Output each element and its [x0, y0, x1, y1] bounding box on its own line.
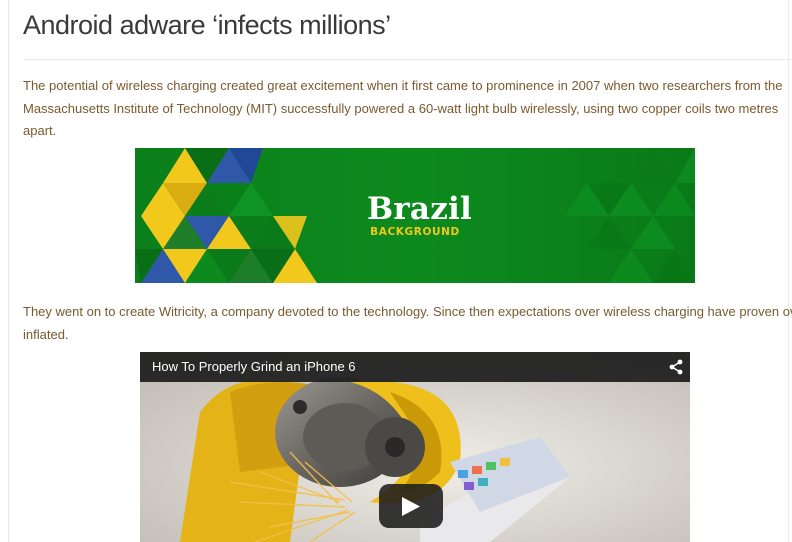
banner-title: Brazil	[367, 191, 472, 227]
play-icon	[402, 497, 420, 516]
article-title: Android adware ‘infects millions’	[23, 10, 391, 40]
brazil-banner-image: Brazil BACKGROUND	[135, 148, 695, 283]
article-paragraph-1: The potential of wireless charging creat…	[23, 78, 783, 138]
video-title-bar: How To Properly Grind an iPhone 6	[140, 352, 690, 382]
content-left-border	[8, 0, 9, 542]
banner-subtitle: BACKGROUND	[370, 226, 460, 238]
article-paragraph-2: They went on to create Witricity, a comp…	[23, 304, 792, 342]
play-button[interactable]	[379, 484, 443, 528]
title-divider	[23, 59, 792, 60]
share-icon[interactable]	[668, 359, 684, 375]
embedded-video-player[interactable]: How To Properly Grind an iPhone 6	[140, 352, 690, 542]
video-title[interactable]: How To Properly Grind an iPhone 6	[152, 359, 356, 374]
